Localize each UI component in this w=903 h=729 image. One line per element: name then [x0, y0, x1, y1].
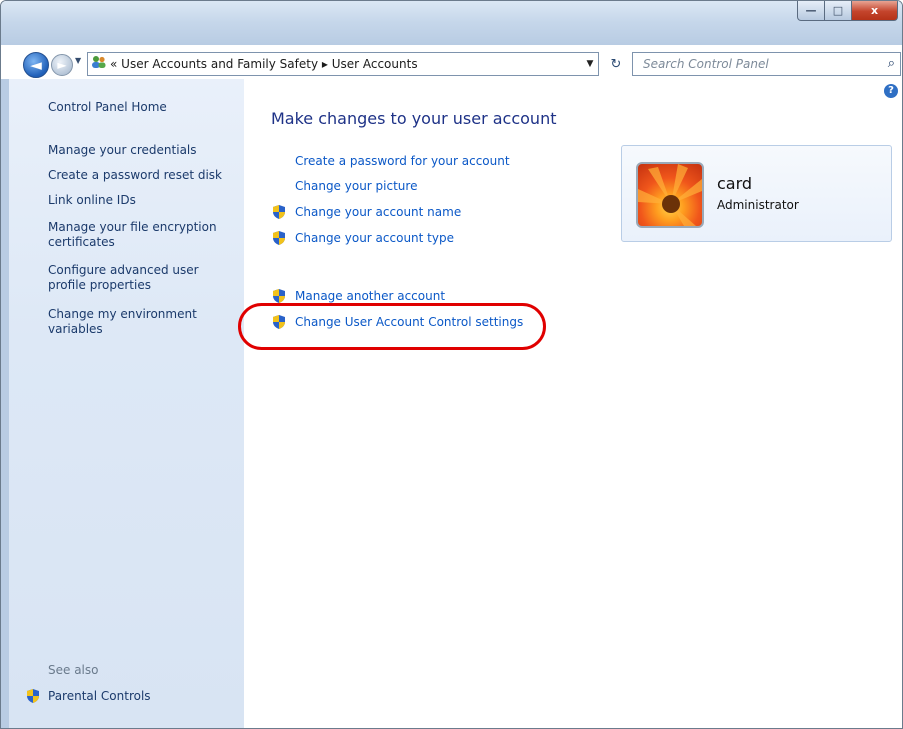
close-button[interactable]: x [852, 1, 898, 21]
uac-shield-icon [27, 689, 39, 703]
search-icon[interactable]: ⌕ [888, 53, 895, 75]
sidebar-item-file-encryption-certificates[interactable]: Manage your file encryption certificates [48, 220, 238, 250]
manage-another-account-label: Manage another account [295, 289, 446, 303]
breadcrumb[interactable]: « User Accounts and Family Safety ▸ User… [110, 57, 582, 71]
sidebar-item-parental-controls[interactable]: Parental Controls [25, 688, 151, 704]
address-dropdown[interactable]: ▼ [582, 59, 598, 69]
uac-shield-icon [273, 289, 285, 303]
change-picture-link[interactable]: Change your picture [271, 179, 417, 193]
sidebar-item-password-reset-disk[interactable]: Create a password reset disk [48, 168, 238, 183]
recent-pages-dropdown[interactable]: ▼ [75, 56, 81, 65]
sidebar-item-advanced-profile-properties[interactable]: Configure advanced user profile properti… [48, 263, 238, 293]
create-password-link[interactable]: Create a password for your account [271, 154, 510, 168]
page-title: Make changes to your user account [271, 109, 557, 128]
sidebar-item-environment-variables[interactable]: Change my environment variables [48, 307, 238, 337]
help-icon[interactable]: ? [884, 84, 898, 98]
search-input[interactable]: Search Control Panel ⌕ [632, 52, 901, 76]
sidebar-item-manage-credentials[interactable]: Manage your credentials [48, 143, 238, 158]
back-button[interactable]: ◄ [23, 52, 49, 78]
change-uac-settings-label: Change User Account Control settings [295, 315, 524, 329]
account-name: card [717, 174, 753, 193]
change-account-type-label: Change your account type [295, 231, 454, 245]
create-password-label: Create a password for your account [295, 154, 510, 168]
change-account-name-label: Change your account name [295, 205, 462, 219]
address-bar[interactable]: « User Accounts and Family Safety ▸ User… [87, 52, 599, 76]
change-picture-label: Change your picture [295, 179, 418, 193]
sidebar-item-control-panel-home[interactable]: Control Panel Home [48, 100, 238, 115]
minimize-button[interactable]: — [797, 1, 825, 21]
change-account-name-link[interactable]: Change your account name [271, 204, 461, 220]
sidebar-item-link-online-ids[interactable]: Link online IDs [48, 193, 238, 208]
change-uac-settings-link[interactable]: Change User Account Control settings [271, 314, 523, 330]
change-account-type-link[interactable]: Change your account type [271, 230, 454, 246]
window-controls: — □ x [797, 1, 898, 21]
manage-another-account-link[interactable]: Manage another account [271, 288, 445, 304]
control-panel-window: — □ x ◄ ► ▼ « User Accounts and Family S… [0, 0, 903, 729]
user-accounts-icon [88, 55, 110, 73]
account-role: Administrator [717, 198, 799, 212]
avatar[interactable] [636, 162, 704, 228]
see-also-label: See also [48, 663, 99, 677]
maximize-button[interactable]: □ [825, 1, 852, 21]
title-bar: — □ x [1, 1, 902, 45]
uac-shield-icon [273, 205, 285, 219]
tasks-sidebar: Control Panel Home Manage your credentia… [1, 79, 244, 728]
account-card: card Administrator [621, 145, 892, 242]
parental-controls-label: Parental Controls [48, 689, 151, 703]
flower-picture-icon [638, 164, 702, 226]
refresh-button[interactable]: ↻ [604, 52, 628, 76]
uac-shield-icon [273, 315, 285, 329]
search-placeholder: Search Control Panel [643, 57, 769, 71]
navigation-bar: ◄ ► ▼ « User Accounts and Family Safety … [1, 46, 902, 78]
uac-shield-icon [273, 231, 285, 245]
main-content: ? Make changes to your user account Crea… [244, 79, 902, 728]
forward-button[interactable]: ► [51, 54, 73, 76]
